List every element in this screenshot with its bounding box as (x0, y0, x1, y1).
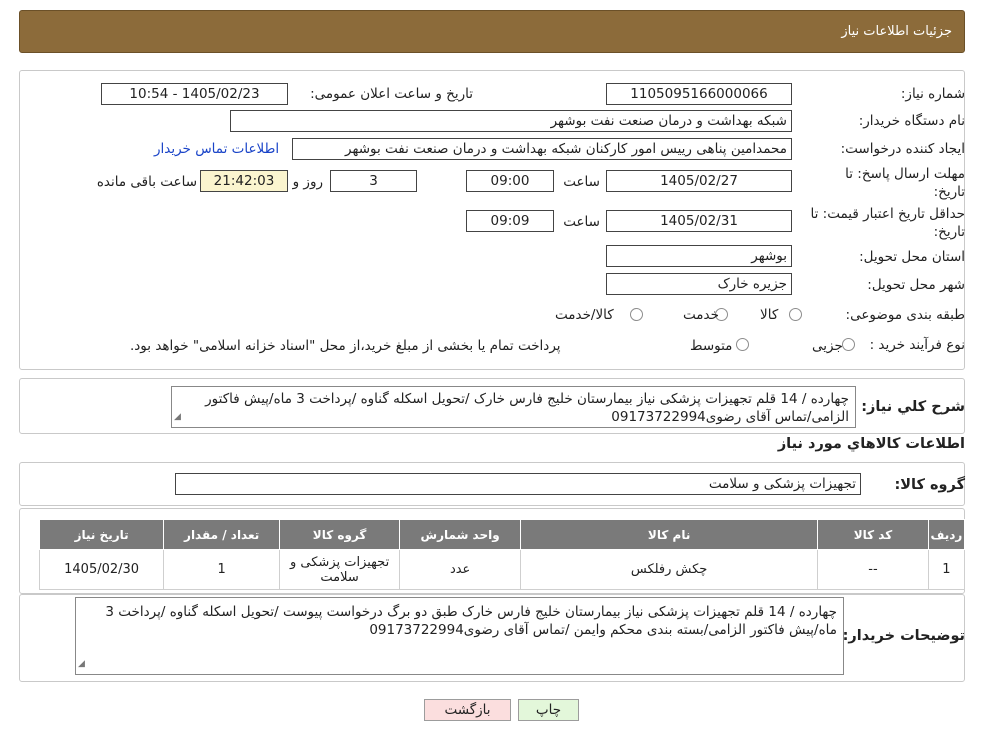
remaining-time-label: ساعت باقی مانده (96, 174, 197, 190)
buyer-contact-link[interactable]: اطلاعات تماس خریدار (154, 141, 279, 157)
buyer-org-label: نام دستگاه خریدار: (858, 113, 965, 129)
category-radio-goods-service[interactable] (630, 308, 643, 321)
price-validity-date-field: 1405/02/31 (606, 210, 792, 232)
days-label: روز و (292, 174, 323, 190)
province-label: استان محل تحویل: (859, 249, 965, 265)
category-option-goods-service: کالا/خدمت (555, 307, 614, 323)
cell-need-date: 1405/02/30 (38, 549, 165, 590)
table-header-row: ردیف کد کالا نام کالا واحد شمارش گروه کا… (38, 519, 966, 550)
creator-field: محمدامین پناهی رییس امور کارکنان شبکه به… (292, 138, 792, 160)
process-note: پرداخت تمام یا بخشی از مبلغ خرید،از محل … (130, 338, 561, 354)
cell-quantity: 1 (163, 549, 281, 590)
col-header-item-code: کد کالا (817, 519, 929, 550)
resize-grip-icon[interactable]: ◢ (78, 655, 85, 673)
province-field: بوشهر (606, 245, 792, 267)
page-header: جزئیات اطلاعات نیاز (19, 10, 965, 53)
price-validity-time-field: 09:09 (466, 210, 554, 232)
category-radio-goods[interactable] (789, 308, 802, 321)
cell-unit: عدد (399, 549, 522, 590)
summary-text: چهارده / 14 قلم تجهیزات پزشکی نیاز بیمار… (205, 391, 849, 425)
cell-item-group: تجهیزات پزشکی و سلامت (279, 549, 401, 590)
goods-section-title: اطلاعات کالاهاي مورد نياز (777, 436, 965, 452)
col-header-item-group: گروه کالا (279, 519, 401, 550)
process-radio-medium[interactable] (736, 338, 749, 351)
price-validity-label: حداقل تاریخ اعتبار قیمت: تا (810, 206, 965, 222)
back-button[interactable]: بازگشت (424, 699, 511, 721)
city-label: شهر محل تحویل: (867, 277, 965, 293)
category-label: طبقه بندی موضوعی: (845, 307, 965, 323)
summary-textarea[interactable]: چهارده / 14 قلم تجهیزات پزشکی نیاز بیمار… (171, 386, 856, 428)
remaining-time-field: 21:42:03 (200, 170, 288, 192)
need-number-label: شماره نیاز: (900, 86, 965, 102)
page-title: جزئیات اطلاعات نیاز (841, 24, 952, 39)
col-header-row-number: ردیف (927, 519, 966, 550)
cell-item-code: -- (817, 549, 929, 590)
deadline-label: مهلت ارسال پاسخ: تا (845, 166, 965, 182)
buyer-org-field: شبکه بهداشت و درمان صنعت نفت بوشهر (230, 110, 792, 132)
print-button[interactable]: چاپ (518, 699, 579, 721)
deadline-date-field: 1405/02/27 (606, 170, 792, 192)
buyer-notes-text: چهارده / 14 قلم تجهیزات پزشکی نیاز بیمار… (105, 604, 837, 638)
process-type-label: نوع فرآیند خرید : (869, 337, 965, 353)
price-validity-time-label: ساعت (563, 214, 600, 230)
category-option-service: خدمت (683, 307, 719, 323)
col-header-quantity: تعداد / مقدار (163, 519, 281, 550)
process-option-minor: جزیی (812, 338, 843, 354)
buyer-notes-label: توضیحات خریدار: (842, 628, 965, 644)
need-number-field: 1105095166000066 (606, 83, 792, 105)
city-field: جزیره خارک (606, 273, 792, 295)
col-header-need-date: تاریخ نیاز (38, 519, 165, 550)
days-remaining-field: 3 (330, 170, 417, 192)
process-option-medium: متوسط (690, 338, 733, 354)
category-option-goods: کالا (760, 307, 779, 323)
items-table: ردیف کد کالا نام کالا واحد شمارش گروه کا… (38, 519, 966, 590)
cell-row-number: 1 (927, 549, 966, 590)
deadline-time-label: ساعت (563, 174, 600, 190)
creator-label: ایجاد کننده درخواست: (840, 141, 965, 157)
summary-label: شرح کلي نياز: (861, 399, 965, 415)
deadline-time-field: 09:00 (466, 170, 554, 192)
announce-datetime-field: 1405/02/23 - 10:54 (101, 83, 288, 105)
goods-group-label: گروه کالا: (894, 477, 965, 493)
deadline-label-date: تاریخ: (933, 184, 965, 200)
buyer-notes-textarea[interactable]: چهارده / 14 قلم تجهیزات پزشکی نیاز بیمار… (75, 597, 844, 675)
col-header-item-name: نام کالا (520, 519, 819, 550)
process-radio-minor[interactable] (842, 338, 855, 351)
cell-item-name: چکش رفلکس (520, 549, 819, 590)
goods-group-field: تجهیزات پزشکی و سلامت (175, 473, 861, 495)
table-row: 1 -- چکش رفلکس عدد تجهیزات پزشکی و سلامت… (38, 549, 966, 590)
resize-grip-icon[interactable]: ◢ (174, 408, 181, 426)
announce-datetime-label: تاریخ و ساعت اعلان عمومی: (310, 86, 473, 102)
col-header-unit: واحد شمارش (399, 519, 522, 550)
price-validity-label-date: تاریخ: (933, 224, 965, 240)
